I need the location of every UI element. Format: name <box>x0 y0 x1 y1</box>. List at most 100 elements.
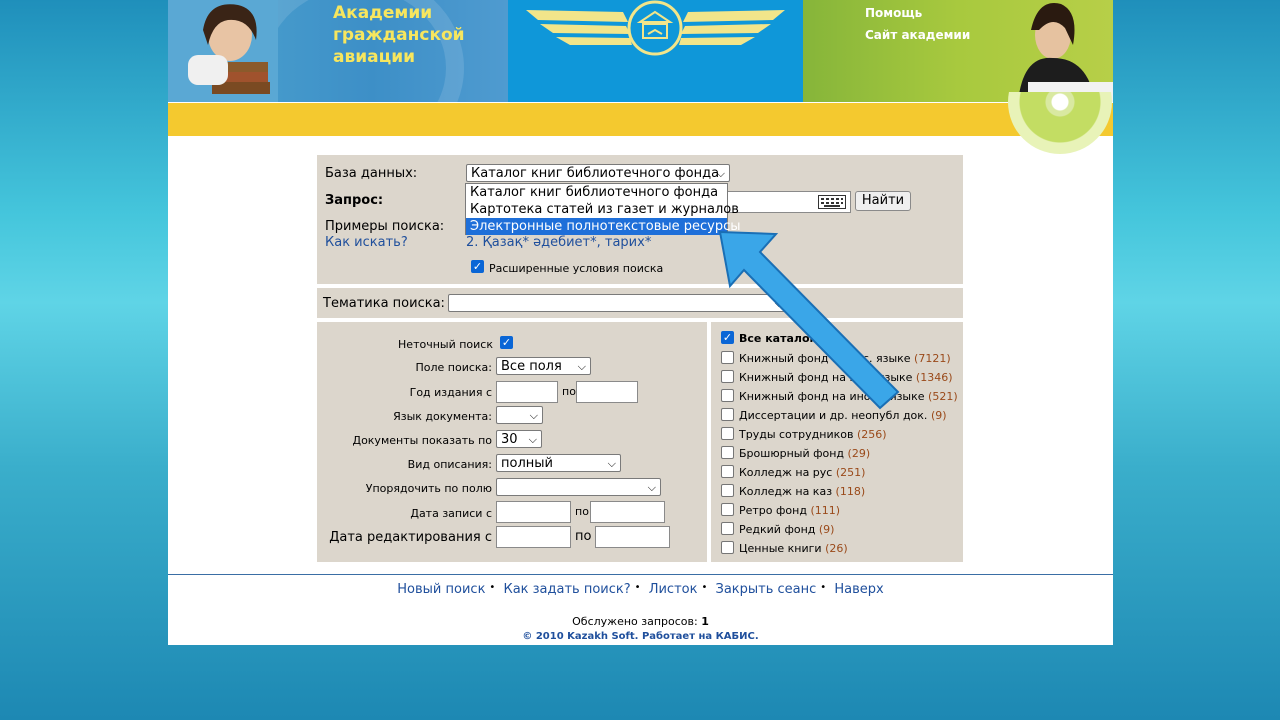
find-button[interactable]: Найти <box>855 191 911 211</box>
extended-search-checkbox[interactable]: ✓ <box>471 260 484 273</box>
catalog-checkbox[interactable] <box>721 503 734 516</box>
how-to-search-link[interactable]: Как искать? <box>325 235 408 250</box>
desc-select-value: полный <box>501 456 553 471</box>
chevron-down-icon: ⌵ <box>607 457 616 470</box>
catalog-item-label: Редкий фонд (9) <box>739 523 834 536</box>
rec-date-to-label: по <box>575 505 589 518</box>
catalog-count: (118) <box>835 485 866 498</box>
catalog-name: Колледж на рус <box>739 466 833 479</box>
rec-date-from-input[interactable] <box>496 501 571 523</box>
desc-select[interactable]: полный ⌵ <box>496 454 621 472</box>
extended-search-label: Расширенные условия поиска <box>489 262 664 275</box>
sheet-link[interactable]: Листок <box>649 582 698 597</box>
desc-label: Вид описания: <box>407 458 492 471</box>
chevron-down-icon: ⌵ <box>529 409 538 422</box>
to-top-link[interactable]: Наверх <box>834 582 883 597</box>
keyboard-icon[interactable] <box>818 195 846 209</box>
field-row: Поле поиска: <box>317 359 492 377</box>
chevron-down-icon: ⌵ <box>577 360 586 373</box>
show-row: Документы показать по <box>317 432 492 450</box>
catalog-checkbox[interactable] <box>721 446 734 459</box>
rec-date-to-input[interactable] <box>590 501 665 523</box>
filters-panel: Неточный поиск ✓ Поле поиска: Все поля ⌵… <box>317 322 707 562</box>
lang-label: Язык документа: <box>393 410 492 423</box>
catalog-item-label: Ретро фонд (111) <box>739 504 840 517</box>
separator-dot: • <box>489 582 496 593</box>
catalog-name: Брошюрный фонд <box>739 447 845 460</box>
show-select[interactable]: 30 ⌵ <box>496 430 542 448</box>
rec-date-row: Дата записи с <box>317 504 492 522</box>
sort-label: Упорядочить по полю <box>365 482 492 495</box>
edit-date-to-label: по <box>575 529 592 544</box>
fuzzy-row: Неточный поиск <box>317 336 493 352</box>
served-requests: Обслужено запросов: 1 <box>168 615 1113 628</box>
fuzzy-checkbox[interactable]: ✓ <box>500 336 513 349</box>
catalog-name: Редкий фонд <box>739 523 816 536</box>
catalog-checkbox[interactable] <box>721 484 734 497</box>
separator-dot: • <box>634 582 641 593</box>
examples-label: Примеры поиска: <box>325 219 445 234</box>
header-title-line: авиации <box>333 47 416 67</box>
catalog-item-label: Ценные книги (26) <box>739 542 848 555</box>
search-example-2[interactable]: 2. Қазақ* әдебиет*, тарих* <box>466 235 651 250</box>
new-search-link[interactable]: Новый поиск <box>397 582 485 597</box>
database-label: База данных: <box>325 166 418 181</box>
catalog-name: Ретро фонд <box>739 504 807 517</box>
catalog-item-label: Брошюрный фонд (29) <box>739 447 870 460</box>
close-session-link[interactable]: Закрыть сеанс <box>716 582 817 597</box>
field-select-value: Все поля <box>501 359 562 374</box>
how-to-search-link[interactable]: Как задать поиск? <box>503 582 630 597</box>
show-label: Документы показать по <box>352 434 492 447</box>
catalog-count: (9) <box>818 523 835 536</box>
year-to-input[interactable] <box>576 381 638 403</box>
catalog-checkbox[interactable] <box>721 465 734 478</box>
served-count: 1 <box>701 615 709 628</box>
catalog-item-label: Колледж на рус (251) <box>739 466 865 479</box>
edit-date-from-input[interactable] <box>496 526 571 548</box>
header-title-line: Академии <box>333 3 433 23</box>
chevron-down-icon: ⌵ <box>647 481 656 494</box>
year-label: Год издания с <box>409 386 492 399</box>
database-select[interactable]: Каталог книг библиотечного фонда ⌵ <box>466 164 730 182</box>
field-label: Поле поиска: <box>415 361 492 374</box>
copyright: © 2010 Kazakh Soft. Работает на КАБИС. <box>522 631 759 642</box>
year-to-label: по <box>562 385 576 398</box>
catalog-checkbox[interactable] <box>721 522 734 535</box>
header-yellow-bar <box>168 103 1113 136</box>
catalog-checkbox[interactable] <box>721 427 734 440</box>
footer-nav: Новый поиск • Как задать поиск? • Листок • … <box>168 582 1113 597</box>
year-from-input[interactable] <box>496 381 558 403</box>
lang-select[interactable]: ⌵ <box>496 406 543 424</box>
academy-site-link[interactable]: Сайт академии <box>865 28 970 42</box>
dropdown-option[interactable]: Каталог книг библиотечного фонда <box>466 184 727 201</box>
catalog-count: (29) <box>847 447 871 460</box>
catalog-count: (251) <box>835 466 866 479</box>
separator-dot: • <box>701 582 708 593</box>
header-links: Помощь Сайт академии <box>865 5 970 50</box>
catalog-item-label: Колледж на каз (118) <box>739 485 865 498</box>
catalog-checkbox[interactable] <box>721 541 734 554</box>
database-select-value: Каталог книг библиотечного фонда <box>471 166 720 181</box>
fuzzy-label: Неточный поиск <box>398 338 493 351</box>
header-emblem-panel <box>508 0 803 102</box>
catalog-count: (111) <box>810 504 841 517</box>
catalog-name: Ценные книги <box>739 542 822 555</box>
catalog-count: (256) <box>856 428 887 441</box>
header-title-line: гражданской <box>333 25 465 45</box>
dropdown-option[interactable]: Картотека статей из газет и журналов <box>466 201 739 218</box>
field-select[interactable]: Все поля ⌵ <box>496 357 591 375</box>
pointer-arrow-icon <box>718 230 900 410</box>
student-photo <box>168 0 278 102</box>
separator-dot: • <box>820 582 827 593</box>
edit-date-row: Дата редактирования с <box>317 529 492 547</box>
academy-wings-emblem-icon <box>526 0 785 56</box>
header-title: Академии гражданской авиации <box>333 2 465 68</box>
catalog-name: Труды сотрудников <box>739 428 854 441</box>
sort-row: Упорядочить по полю <box>317 480 492 498</box>
dropdown-option-highlighted[interactable]: Электронные полнотекстовые ресурсы <box>466 218 741 235</box>
sort-select[interactable]: ⌵ <box>496 478 661 496</box>
help-link[interactable]: Помощь <box>865 6 970 20</box>
year-row: Год издания с <box>317 383 492 401</box>
edit-date-to-input[interactable] <box>595 526 670 548</box>
chevron-down-icon: ⌵ <box>716 167 725 180</box>
